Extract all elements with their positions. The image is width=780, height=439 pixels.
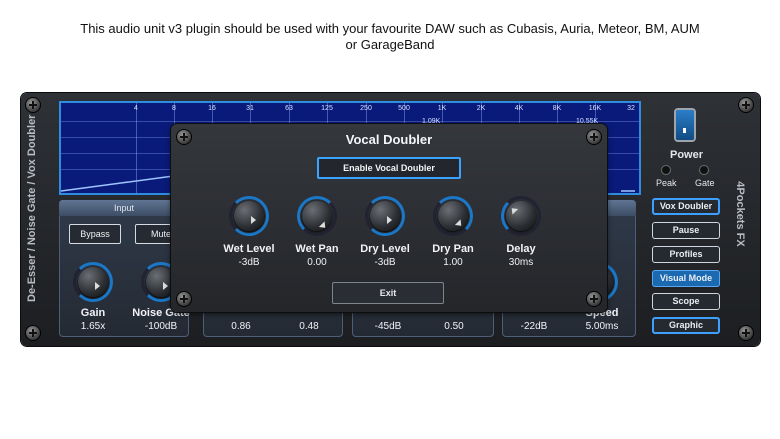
gate-label: Gate xyxy=(695,178,715,188)
power-label: Power xyxy=(670,149,704,161)
delay-value: 30ms xyxy=(508,257,534,268)
bypass-button[interactable]: Bypass xyxy=(69,224,121,244)
enable-vocal-doubler-button[interactable]: Enable Vocal Doubler xyxy=(317,157,461,179)
screw-icon xyxy=(26,326,40,340)
profiles-button[interactable]: Profiles xyxy=(652,246,720,263)
plugin-side-title: De-Esser / Noise Gate / Vox Doubler xyxy=(26,114,38,302)
delay-knob[interactable] xyxy=(501,196,541,236)
dialog-title: Vocal Doubler xyxy=(345,132,433,147)
exit-button[interactable]: Exit xyxy=(332,282,444,304)
hpf-value: 0.48 xyxy=(299,321,319,332)
peak-led xyxy=(662,166,670,174)
gain-knob[interactable] xyxy=(73,262,113,302)
info-message: This audio unit v3 plugin should be used… xyxy=(40,21,740,53)
vox-doubler-button[interactable]: Vox Doubler xyxy=(652,198,720,215)
delay-label: Delay xyxy=(506,243,536,255)
screw-icon xyxy=(739,98,753,112)
wet-level-knob[interactable] xyxy=(229,196,269,236)
brand-side-title: 4Pockets FX xyxy=(734,181,746,247)
pause-button[interactable]: Pause xyxy=(652,222,720,239)
screw-icon xyxy=(739,326,753,340)
screw-icon xyxy=(587,292,601,306)
scope-button[interactable]: Scope xyxy=(652,293,720,310)
gate-led xyxy=(700,166,708,174)
info-line-2: or GarageBand xyxy=(345,37,435,52)
vocal-doubler-dialog: Vocal Doubler Enable Vocal Doubler Wet L… xyxy=(171,124,607,312)
screw-icon xyxy=(26,98,40,112)
power-switch[interactable] xyxy=(676,110,694,140)
noise-gate-value: -100dB xyxy=(144,321,178,332)
visual-mode-button[interactable]: Visual Mode xyxy=(652,270,720,287)
info-line-1: This audio unit v3 plugin should be used… xyxy=(80,21,700,36)
intensity-value: 0.50 xyxy=(444,321,464,332)
graphic-button[interactable]: Graphic xyxy=(652,317,720,334)
dry-pan-knob[interactable] xyxy=(433,196,473,236)
dry-level-knob[interactable] xyxy=(365,196,405,236)
wet-pan-knob[interactable] xyxy=(297,196,337,236)
screw-icon xyxy=(177,292,191,306)
peak-label: Peak xyxy=(656,178,677,188)
input-panel-title: Input xyxy=(59,200,189,216)
input-panel: Input Bypass Mute Gain 1.65x Noise Gate … xyxy=(59,200,190,337)
speed-value: 5.00ms xyxy=(585,321,619,332)
